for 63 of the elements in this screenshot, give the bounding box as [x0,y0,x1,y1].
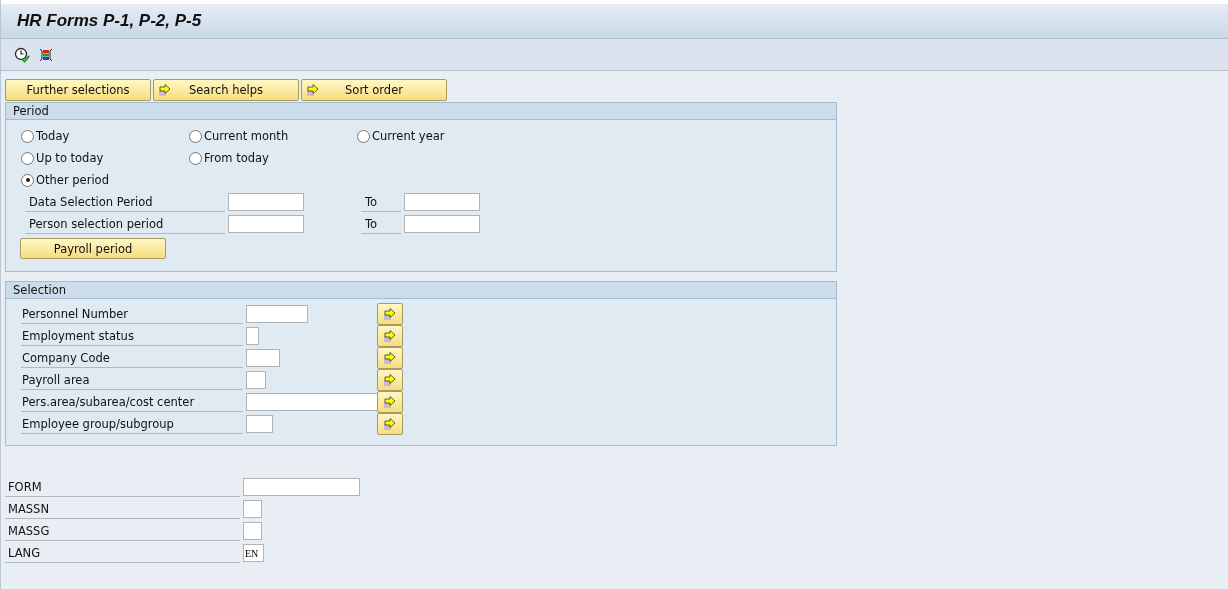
arrow-right-icon [158,83,172,97]
multiple-selection-button[interactable] [377,325,403,347]
input-field[interactable] [246,327,259,345]
input-field[interactable] [243,500,262,518]
multiple-selection-button[interactable] [377,369,403,391]
field-label: Data Selection Period [25,192,225,212]
group-title: Period [6,103,836,120]
field-label: MASSG [5,521,240,541]
variant-list-icon[interactable] [38,46,54,63]
multiple-selection-button[interactable] [377,347,403,369]
radio-button[interactable] [189,151,202,165]
arrow-right-icon [383,351,397,365]
radio-label: Current month [204,129,289,143]
multiple-selection-button[interactable] [377,303,403,325]
input-field[interactable] [246,415,273,433]
input-field[interactable] [246,349,280,367]
field-label: To [361,214,401,234]
field-label: Pers.area/subarea/cost center [21,392,243,412]
multiple-selection-button[interactable] [377,391,403,413]
radio-label: Other period [36,173,109,187]
date-field[interactable] [228,215,304,233]
field-label: Person selection period [25,214,225,234]
field-label: Payroll area [21,370,243,390]
multiple-selection-button[interactable] [377,413,403,435]
arrow-right-icon [383,307,397,321]
toolbar-button[interactable]: Sort order [301,79,447,101]
field-label: Employment status [21,326,243,346]
input-field[interactable] [243,522,262,540]
input-field[interactable] [246,305,308,323]
arrow-right-icon [383,417,397,431]
arrow-right-icon [306,83,320,97]
input-field[interactable] [243,478,360,496]
radio-button[interactable] [189,129,202,143]
field-label: Company Code [21,348,243,368]
window-title: HR Forms P-1, P-2, P-5 [17,11,202,31]
date-field[interactable] [404,215,480,233]
input-field[interactable] [246,393,378,411]
field-label: To [361,192,401,212]
clock-check-icon[interactable] [14,46,30,63]
field-label: MASSN [5,499,240,519]
field-label: Personnel Number [21,304,243,324]
field-label: LANG [5,543,240,563]
payroll-period-button[interactable]: Payroll period [20,238,166,259]
field-label: Employee group/subgroup [21,414,243,434]
toolbar-button[interactable]: Search helps [153,79,299,101]
arrow-right-icon [383,373,397,387]
date-field[interactable] [228,193,304,211]
arrow-right-icon [383,395,397,409]
radio-label: Up to today [36,151,104,165]
radio-button[interactable] [357,129,370,143]
radio-button[interactable] [21,129,34,143]
radio-label: From today [204,151,269,165]
radio-label: Today [36,129,70,143]
radio-label: Current year [372,129,445,143]
radio-button[interactable] [21,173,34,187]
date-field[interactable] [404,193,480,211]
toolbar-button[interactable]: Further selections [5,79,151,101]
arrow-right-icon [383,329,397,343]
input-field[interactable]: EN [243,544,264,562]
input-field[interactable] [246,371,266,389]
field-label: FORM [5,477,240,497]
group-title: Selection [6,282,836,299]
radio-button[interactable] [21,151,34,165]
